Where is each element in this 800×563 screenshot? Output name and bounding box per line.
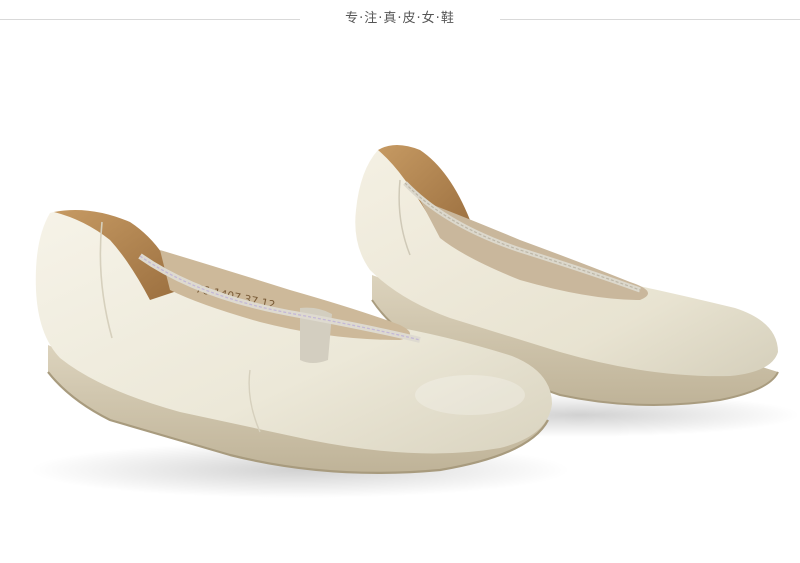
product-photo: 76-1407 37 12 <box>30 145 800 498</box>
header-title: 专·注·真·皮·女·鞋 <box>345 11 455 26</box>
header-divider-left <box>0 19 300 20</box>
header: 专·注·真·皮·女·鞋 <box>0 0 800 40</box>
header-divider-right <box>500 19 800 20</box>
